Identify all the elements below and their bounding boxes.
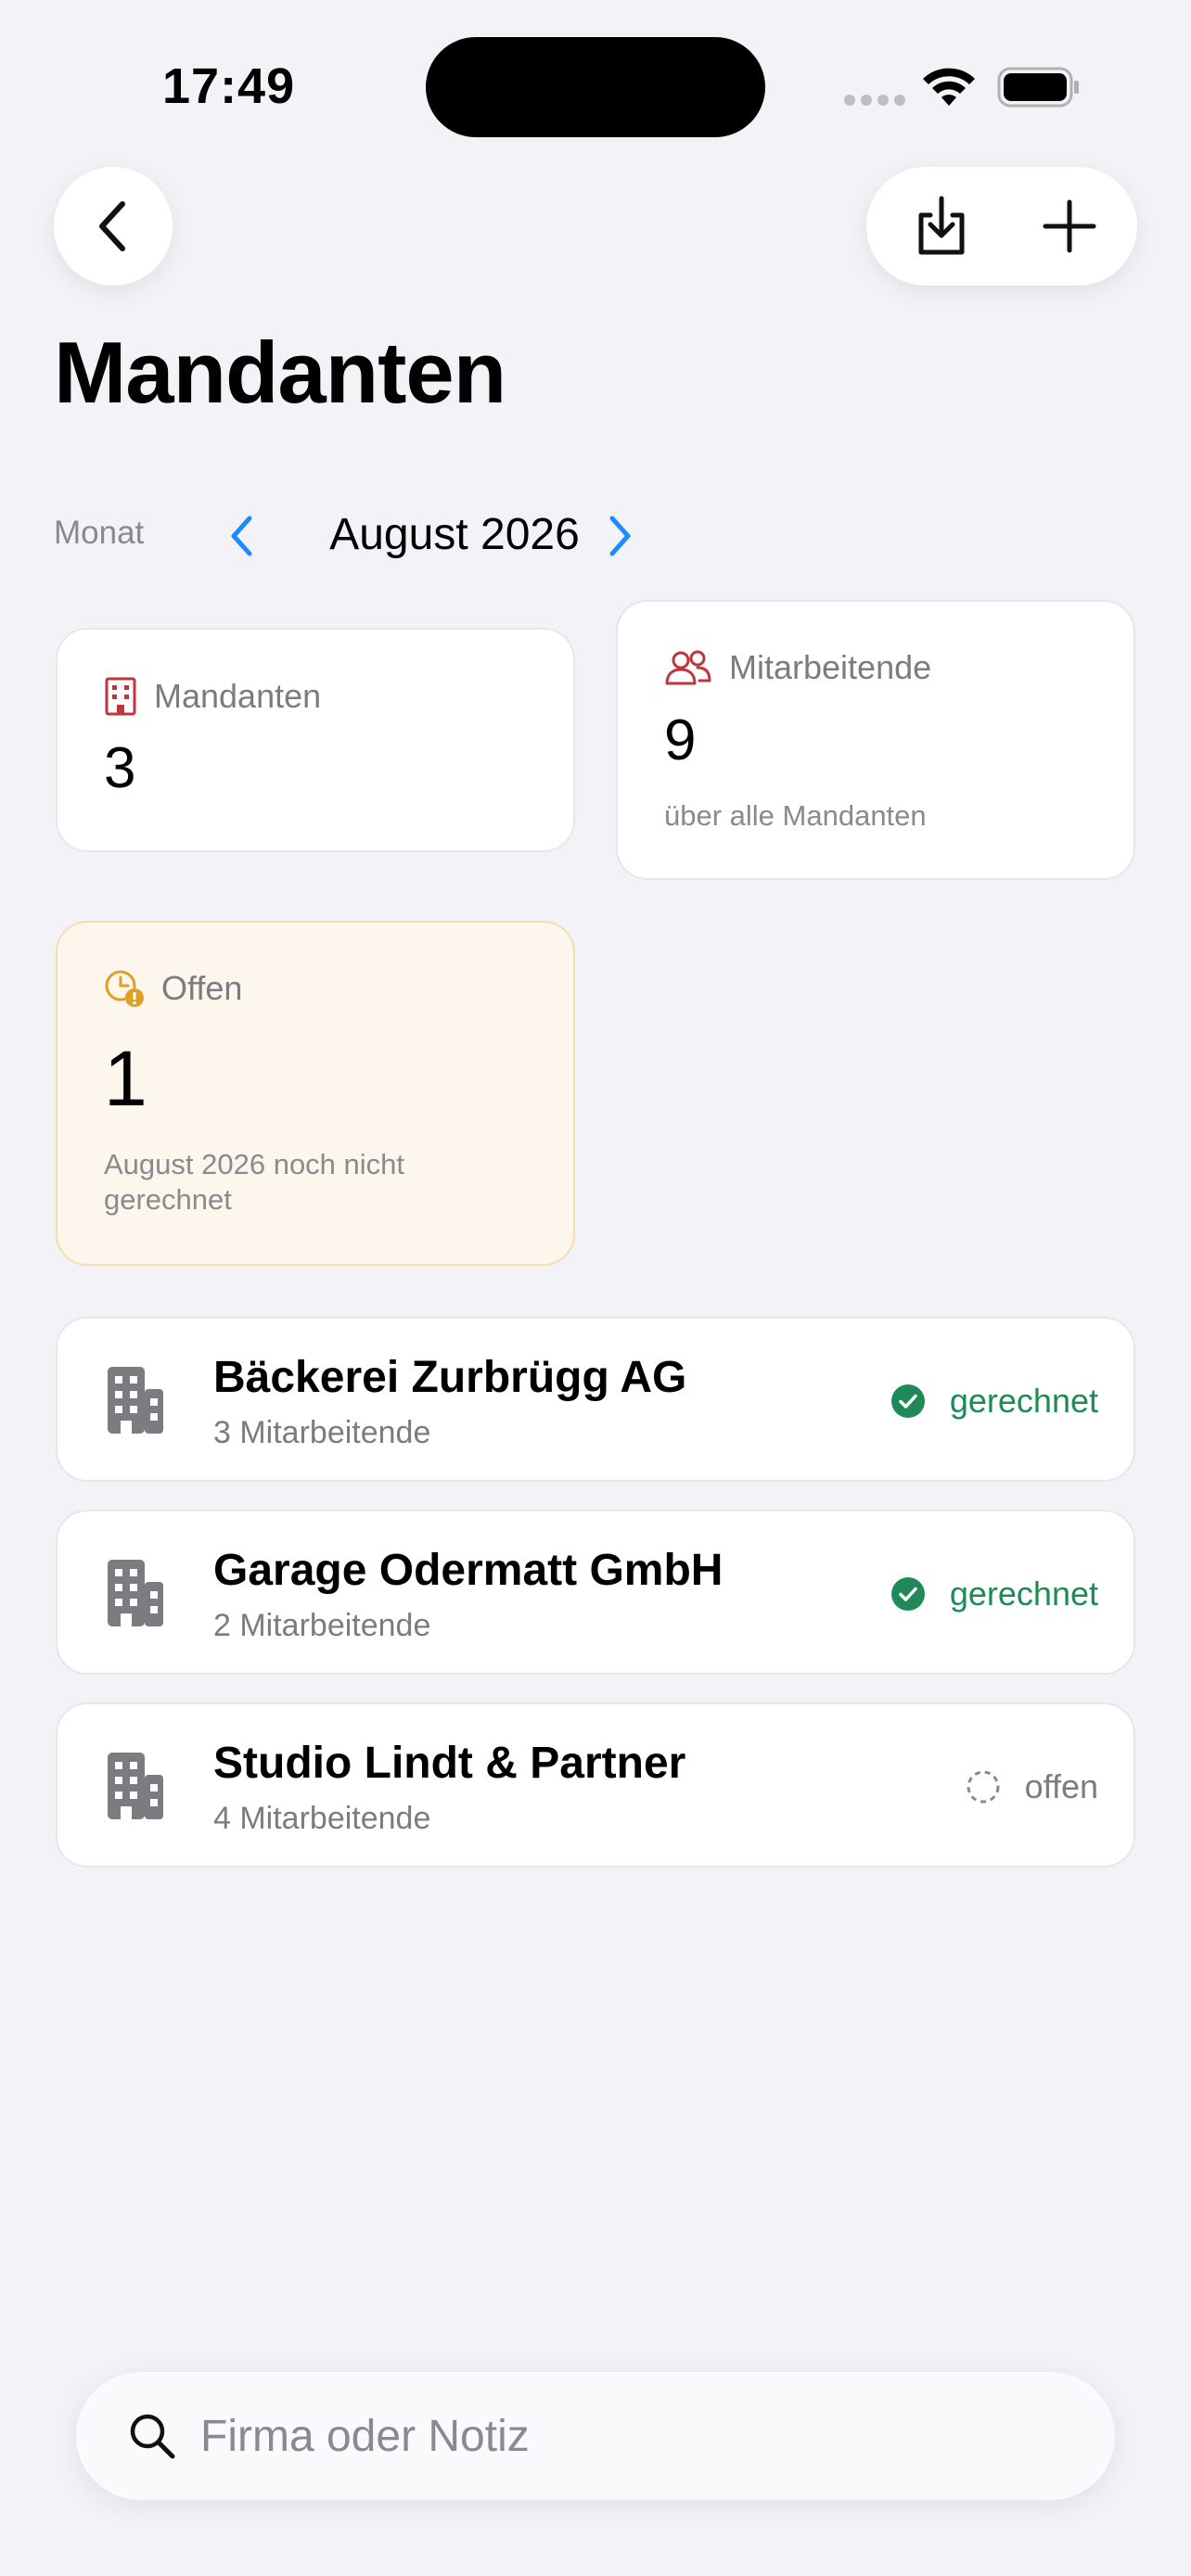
search-bar <box>76 2372 1115 2500</box>
stat-card-header: Offen <box>104 969 242 1008</box>
stat-card-header: Mitarbeitende <box>664 648 931 687</box>
building-icon <box>108 1367 163 1434</box>
checkmark-circle-icon <box>890 1577 925 1611</box>
checkmark-circle-icon <box>890 1384 925 1418</box>
status-text: gerechnet <box>949 1382 1098 1420</box>
add-client-button[interactable] <box>1002 167 1137 286</box>
stat-card-employees: Mitarbeitende 9 über alle Mandanten <box>616 600 1135 880</box>
next-month-button[interactable] <box>592 510 647 562</box>
dashed-circle-icon <box>967 1770 1000 1804</box>
search-input[interactable] <box>200 2400 1072 2472</box>
clock-warning-icon <box>105 970 144 1007</box>
client-row[interactable]: Studio Lindt & Partner 4 Mitarbeitende o… <box>56 1702 1135 1868</box>
cellular-signal-icon <box>844 95 905 106</box>
stat-label: Mandanten <box>154 677 322 715</box>
chevron-right-icon <box>609 516 631 556</box>
stat-card-header: Mandanten <box>104 676 321 717</box>
client-row[interactable]: Bäckerei Zurbrügg AG 3 Mitarbeitende ger… <box>56 1317 1135 1482</box>
month-label: Monat <box>54 515 145 551</box>
dynamic-island <box>426 37 765 137</box>
stat-subtitle: über alle Mandanten <box>664 799 927 832</box>
status-time: 17:49 <box>162 58 296 114</box>
client-row[interactable]: Garage Odermatt GmbH 2 Mitarbeitende ger… <box>56 1510 1135 1675</box>
status-badge: gerechnet <box>890 1319 1098 1484</box>
page-title: Mandanten <box>54 324 506 421</box>
status-text: offen <box>1024 1767 1098 1805</box>
chevron-left-icon <box>99 201 125 251</box>
plus-icon <box>1043 199 1096 253</box>
tray-download-icon <box>918 196 965 255</box>
stat-label: Offen <box>161 969 243 1007</box>
stat-label: Mitarbeitende <box>729 648 932 686</box>
current-month: August 2026 <box>329 510 580 559</box>
status-text: gerechnet <box>949 1575 1098 1613</box>
stat-value: 9 <box>664 708 697 772</box>
toolbar-actions <box>866 167 1137 286</box>
stat-value: 1 <box>104 1035 147 1122</box>
chevron-left-icon <box>231 516 252 556</box>
wifi-icon <box>923 68 975 106</box>
client-name: Studio Lindt & Partner <box>213 1739 686 1788</box>
export-button[interactable] <box>874 167 1009 286</box>
building-icon <box>108 1560 163 1626</box>
back-button[interactable] <box>54 167 173 286</box>
previous-month-button[interactable] <box>224 510 261 562</box>
status-badge: offen <box>966 1704 1098 1869</box>
status-bar: 17:49 <box>0 0 1191 167</box>
month-selector: Monat August 2026 <box>54 505 647 565</box>
search-icon <box>130 2414 175 2459</box>
stat-card-open: Offen 1 August 2026 noch nicht gerechnet <box>56 921 575 1266</box>
client-employee-count: 2 Mitarbeitende <box>213 1608 431 1643</box>
client-employee-count: 3 Mitarbeitende <box>213 1415 431 1450</box>
building-icon <box>108 1753 163 1819</box>
battery-icon <box>997 67 1079 108</box>
client-employee-count: 4 Mitarbeitende <box>213 1801 431 1836</box>
stat-subtitle: August 2026 noch nicht gerechnet <box>104 1148 405 1216</box>
client-name: Bäckerei Zurbrügg AG <box>213 1353 687 1402</box>
client-name: Garage Odermatt GmbH <box>213 1546 724 1595</box>
status-badge: gerechnet <box>890 1511 1098 1677</box>
stat-value: 3 <box>104 736 136 800</box>
building-icon <box>105 677 136 716</box>
people-icon <box>665 650 711 685</box>
stat-card-clients: Mandanten 3 <box>56 628 575 852</box>
